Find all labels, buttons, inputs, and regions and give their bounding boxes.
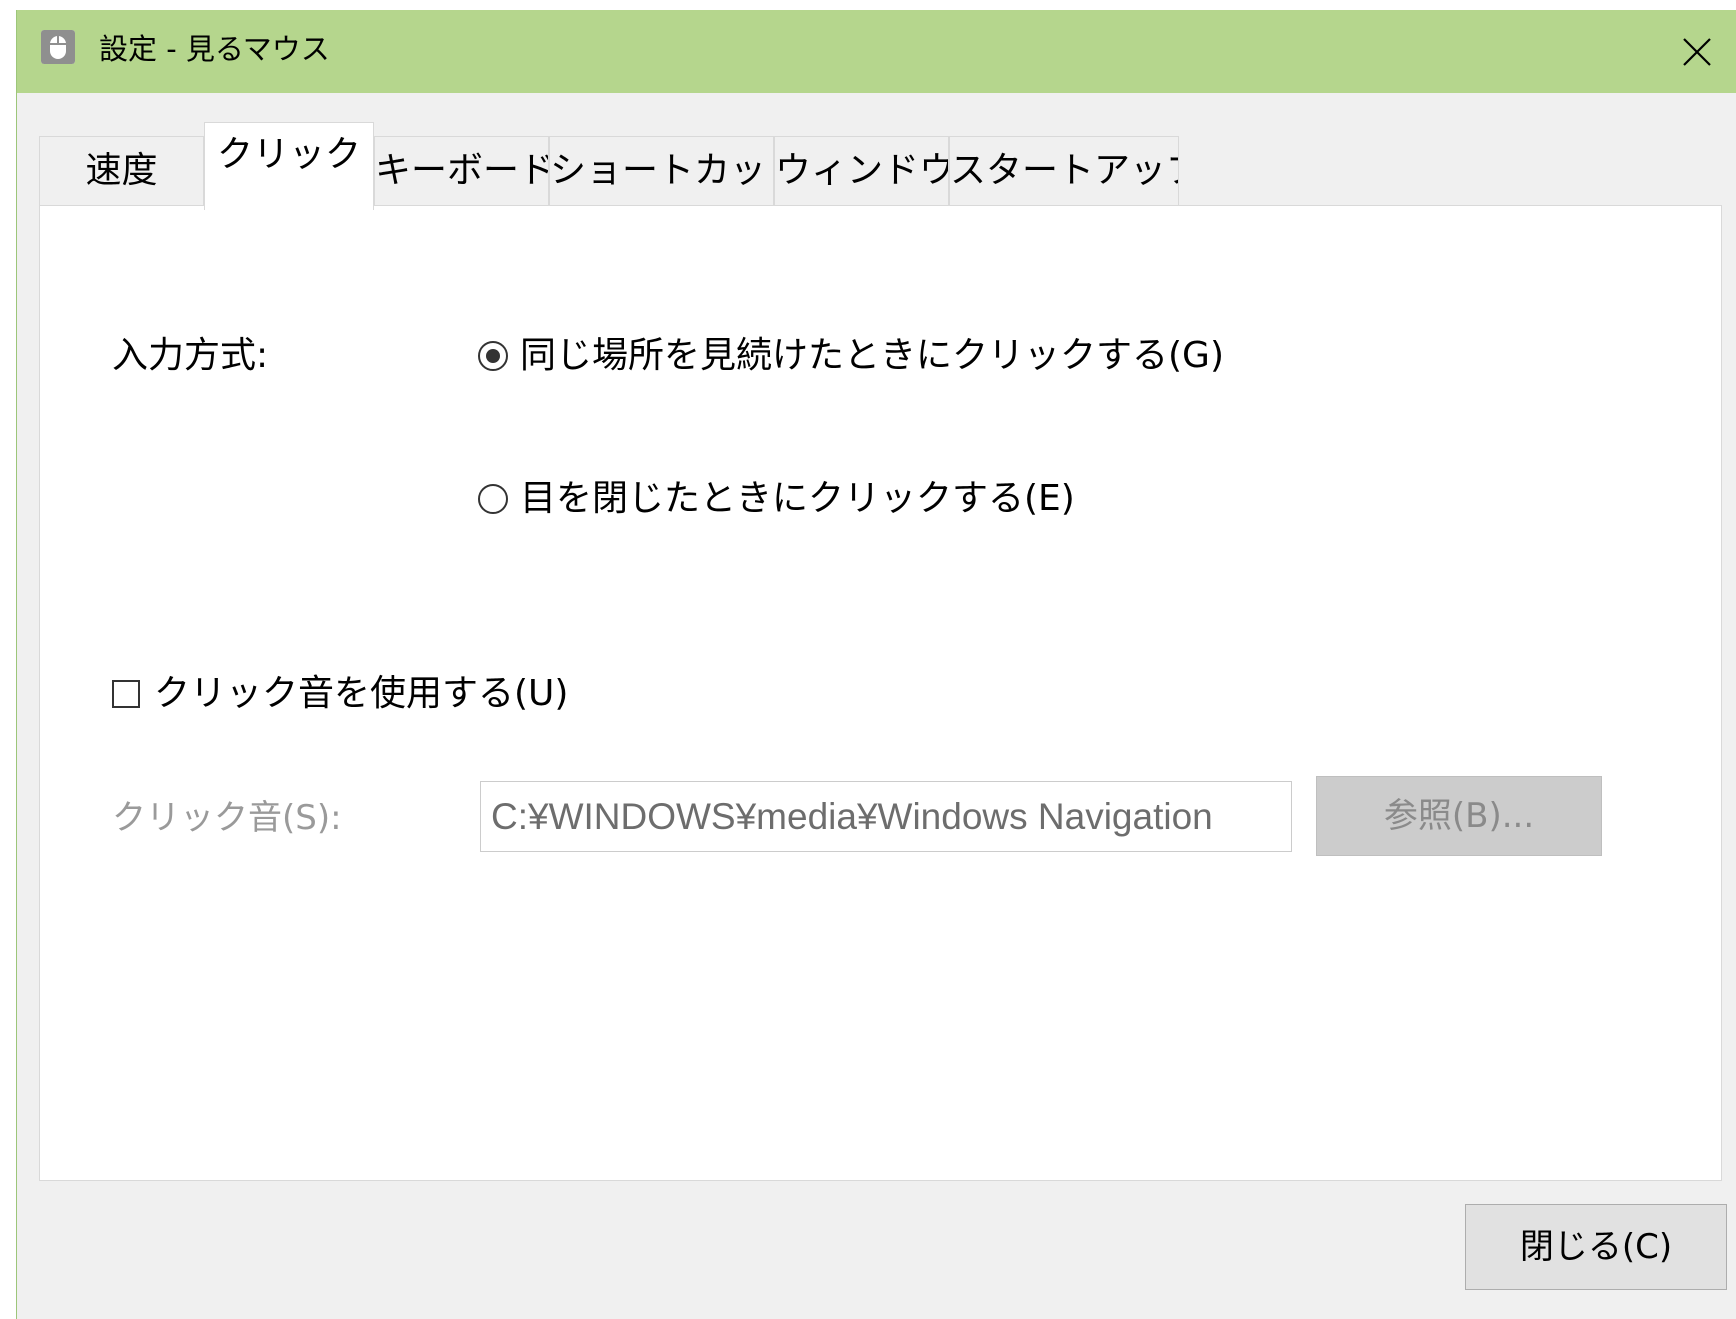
click-sound-label: クリック音(S):: [112, 798, 342, 838]
radio-eyes-closed-click[interactable]: 目を閉じたときにクリックする(E): [478, 477, 1075, 521]
browse-button[interactable]: 参照(B)...: [1316, 776, 1602, 856]
window-title: 設定 - 見るマウス: [99, 32, 330, 66]
mouse-icon: [41, 30, 75, 64]
tab-window[interactable]: ウィンドウ: [774, 136, 949, 208]
tab-click[interactable]: クリック: [204, 122, 374, 210]
radio-button-checked[interactable]: [478, 341, 508, 371]
close-button[interactable]: 閉じる(C): [1465, 1204, 1727, 1290]
click-settings-panel: 入力方式: 同じ場所を見続けたときにクリックする(G) 目を閉じたときにクリック…: [39, 205, 1722, 1181]
radio-gaze-click[interactable]: 同じ場所を見続けたときにクリックする(G): [478, 334, 1224, 378]
click-sound-checkbox[interactable]: [112, 680, 140, 708]
click-sound-path-input[interactable]: [480, 781, 1292, 852]
tab-shortcut[interactable]: ショートカット: [549, 136, 774, 208]
radio-gaze-label: 同じ場所を見続けたときにクリックする(G): [520, 335, 1224, 376]
title-bar[interactable]: 設定 - 見るマウス: [17, 10, 1736, 93]
click-sound-checkbox-label: クリック音を使用する(U): [154, 673, 569, 714]
radio-button[interactable]: [478, 484, 508, 514]
tab-keyboard[interactable]: キーボード: [374, 136, 549, 208]
close-window-button[interactable]: [1647, 10, 1736, 93]
tab-speed[interactable]: 速度: [39, 136, 204, 208]
input-method-label: 入力方式:: [112, 335, 269, 376]
settings-window: 設定 - 見るマウス 速度 クリック キーボード ショートカット ウィンドウ ス…: [16, 10, 1736, 1319]
click-sound-checkbox-row[interactable]: クリック音を使用する(U): [112, 672, 568, 716]
close-icon: [1683, 38, 1711, 66]
radio-eyes-label: 目を閉じたときにクリックする(E): [520, 478, 1075, 519]
tab-startup[interactable]: スタートアップ: [949, 136, 1179, 208]
